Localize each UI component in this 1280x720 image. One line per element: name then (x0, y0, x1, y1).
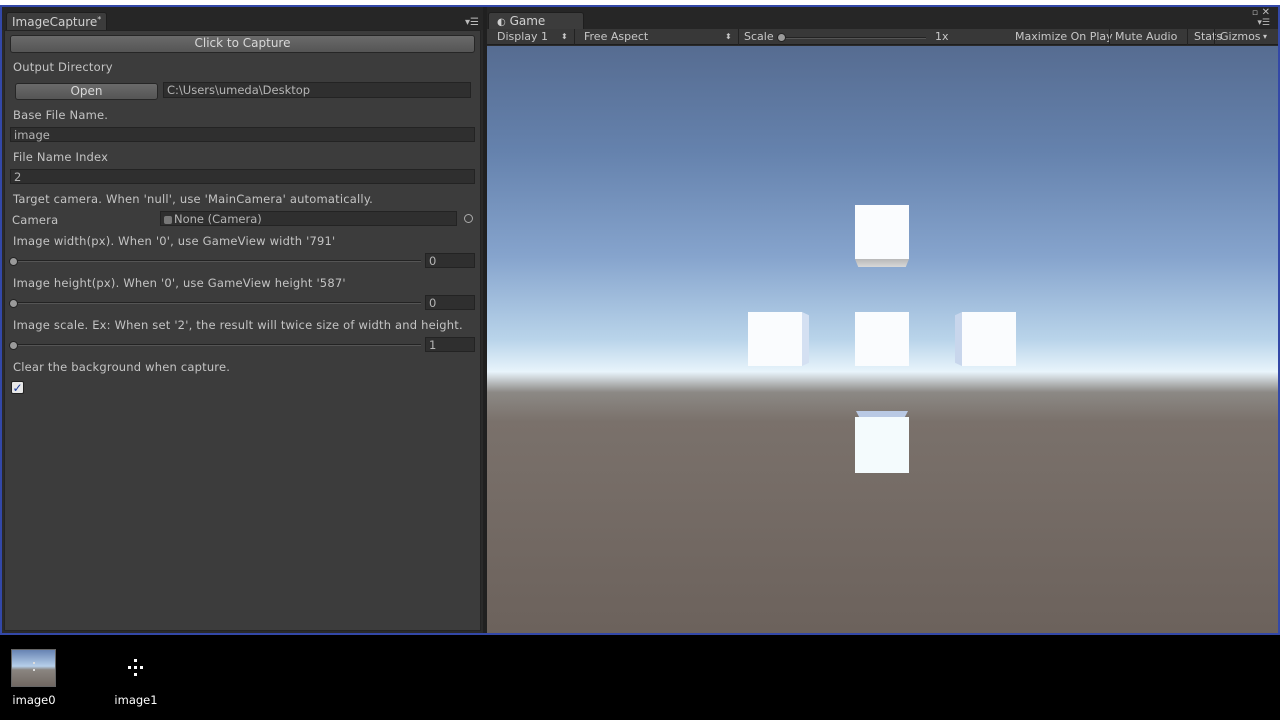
desktop-icon-image1-label[interactable]: image1 (106, 693, 166, 707)
mute-audio-toggle[interactable]: Mute Audio (1115, 30, 1177, 44)
pacman-game-icon: ◐ (497, 17, 506, 28)
game-toolbar: Display 1 ⬍ Free Aspect ⬍ Scale 1x Maximiz… (487, 29, 1278, 45)
cube-right-side-face (955, 312, 962, 366)
clear-background-checkbox[interactable]: ✓ (11, 381, 24, 394)
aspect-dropdown[interactable]: Free Aspect ⬍ (584, 30, 736, 44)
tab-game[interactable]: ◐ Game (488, 12, 584, 29)
toolbar-separator (1187, 29, 1188, 45)
base-file-name-label: Base File Name. (13, 108, 109, 122)
game-view[interactable] (487, 46, 1278, 633)
aspect-dropdown-arrow-icon: ⬍ (725, 32, 732, 41)
image-height-label: Image height(px). When '0', use GameView… (13, 276, 346, 290)
image-scale-label: Image scale. Ex: When set '2', the resul… (13, 318, 463, 332)
output-directory-label: Output Directory (13, 60, 113, 74)
camera-value: None (Camera) (174, 212, 262, 226)
click-to-capture-button[interactable]: Click to Capture (10, 35, 475, 53)
camera-icon (164, 215, 172, 224)
cube-left (748, 312, 802, 366)
game-tabbar: ◐ Game ▫ ✕ ▾☰ (487, 7, 1278, 29)
image-width-slider-thumb[interactable] (9, 257, 18, 266)
cube-right (962, 312, 1016, 366)
imagecapture-tabbar: ImageCapture* ▾☰ (2, 7, 483, 30)
maximize-window-icon[interactable]: ▫ (1252, 8, 1258, 18)
cube-center (855, 312, 909, 366)
cube-top (855, 205, 909, 259)
thumbnail-cube-icon (128, 666, 131, 669)
maximize-on-play-toggle[interactable]: Maximize On Play (1015, 30, 1113, 44)
image-height-slider-thumb[interactable] (9, 299, 18, 308)
camera-object-field[interactable]: None (Camera) (160, 211, 457, 226)
gizmos-arrow-icon[interactable]: ▾ (1263, 30, 1267, 44)
image-width-field[interactable]: 0 (425, 253, 475, 268)
image-width-label: Image width(px). When '0', use GameView … (13, 234, 336, 248)
base-file-name-field[interactable]: image (10, 127, 475, 142)
thumbnail-cube-icon (134, 659, 137, 662)
cube-left-side-face (802, 312, 809, 366)
display-value: Display 1 (497, 30, 549, 43)
cube-top-shadow-face (855, 259, 909, 267)
toolbar-separator (574, 29, 575, 45)
tab-game-label: Game (509, 14, 546, 28)
thumbnail-cube-icon (33, 662, 35, 664)
scale-slider[interactable] (781, 37, 926, 39)
display-dropdown[interactable]: Display 1 ⬍ (497, 30, 572, 44)
thumbnail-cube-icon (134, 673, 137, 676)
tab-imagecapture[interactable]: ImageCapture* (6, 12, 108, 30)
thumbnail-cube-icon (140, 666, 143, 669)
image-height-field[interactable]: 0 (425, 295, 475, 310)
image-scale-slider[interactable] (13, 344, 421, 346)
scale-value: 1x (935, 30, 949, 43)
tab-imagecapture-label: ImageCapture (12, 15, 98, 29)
scale-slider-thumb[interactable] (777, 33, 786, 42)
toolbar-separator (1214, 29, 1215, 45)
gizmos-dropdown[interactable]: Gizmos (1220, 30, 1261, 44)
panel-menu-icon[interactable]: ▾☰ (465, 17, 479, 28)
image-scale-field[interactable]: 1 (425, 337, 475, 352)
output-directory-field[interactable]: C:\Users\umeda\Desktop (163, 82, 471, 98)
open-button[interactable]: Open (15, 83, 158, 100)
object-picker-icon[interactable] (464, 214, 473, 223)
file-name-index-field[interactable]: 2 (10, 169, 475, 184)
image1-thumbnail[interactable] (125, 656, 147, 680)
toolbar-separator (738, 29, 739, 45)
file-name-index-label: File Name Index (13, 150, 109, 164)
imagecapture-panel: Click to Capture Output Directory Open C… (4, 30, 481, 631)
image-scale-slider-thumb[interactable] (9, 341, 18, 350)
scale-label: Scale (744, 30, 774, 43)
toolbar-separator (1109, 29, 1110, 45)
image-width-slider[interactable] (13, 260, 421, 262)
aspect-value: Free Aspect (584, 30, 649, 43)
target-camera-label: Target camera. When 'null', use 'MainCam… (13, 192, 374, 206)
thumbnail-cube-icon (33, 669, 35, 671)
clear-background-label: Clear the background when capture. (13, 360, 231, 374)
camera-label: Camera (12, 213, 59, 227)
thumbnail-cube-icon (134, 666, 137, 669)
stats-toggle[interactable]: Stats (1194, 30, 1222, 44)
image0-thumbnail[interactable] (11, 649, 56, 687)
close-window-icon[interactable]: ✕ (1262, 7, 1270, 18)
desktop-icon-image0-label[interactable]: image0 (4, 693, 64, 707)
cube-bottom (855, 417, 909, 473)
image-height-slider[interactable] (13, 302, 421, 304)
game-menu-icon[interactable]: ▾☰ (1257, 18, 1270, 28)
display-dropdown-arrow-icon: ⬍ (561, 32, 568, 41)
